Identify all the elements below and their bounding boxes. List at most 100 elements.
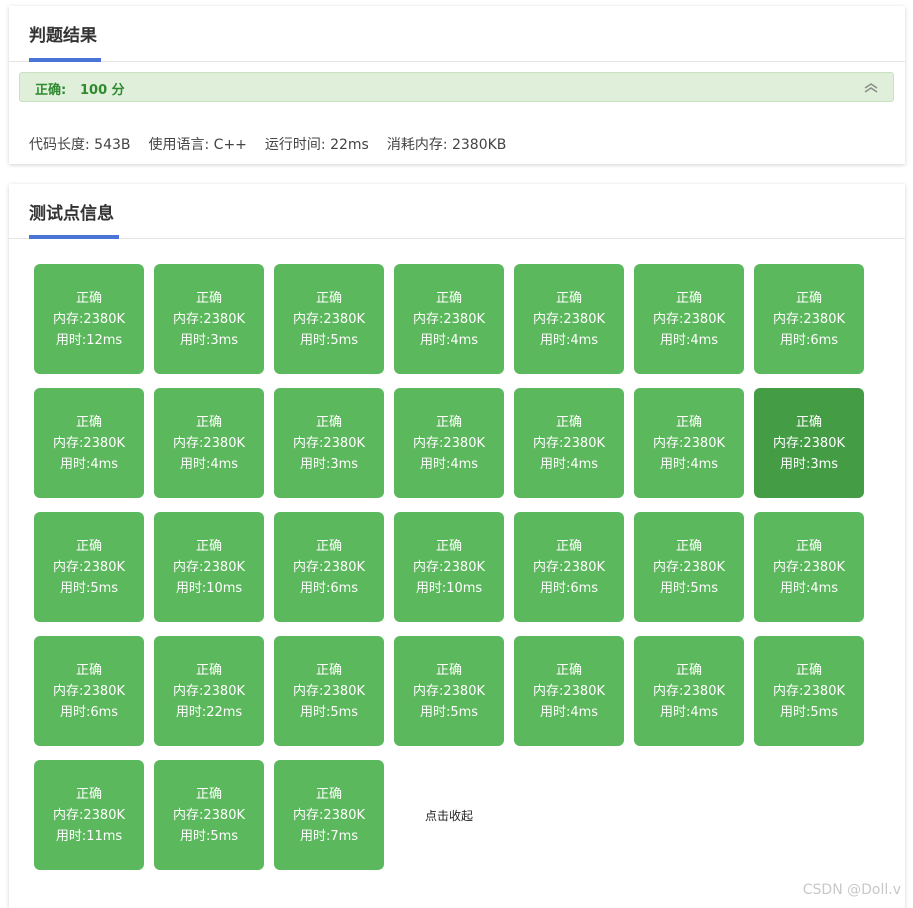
testcase-box[interactable]: 正确内存:2380K 用时:5ms bbox=[34, 512, 144, 622]
testcase-box[interactable]: 正确 内存:2380K 用时:4ms bbox=[634, 264, 744, 374]
testcase-status: 正确 bbox=[75, 662, 102, 678]
testcase-box[interactable]: 正确 内存:2380K 用时:6ms bbox=[514, 512, 624, 622]
testcase-time: 用时:6ms bbox=[299, 580, 359, 596]
testcase-time: 用时:6ms bbox=[59, 704, 119, 720]
testcase-memory: 内存:2380K bbox=[293, 683, 365, 699]
testcase-time: 用时:5ms bbox=[779, 704, 839, 720]
testcase-memory: 内存:2380K bbox=[293, 435, 365, 451]
status-label: 正确: bbox=[35, 83, 67, 98]
title-underline bbox=[29, 58, 101, 62]
testcase-box[interactable]: 正确 内存:2380K 用时:5ms bbox=[394, 636, 504, 746]
testcase-time: 用时:5ms bbox=[59, 580, 119, 596]
testcase-time: 用时:10ms bbox=[415, 580, 483, 596]
testcase-memory: 内存:2380K bbox=[293, 559, 365, 575]
testcase-box[interactable]: 正确 内存:2380K 用时:5ms bbox=[754, 636, 864, 746]
testcase-memory: 内存:2380K bbox=[773, 559, 845, 575]
testcase-time: 用时:4ms bbox=[539, 332, 599, 348]
testcase-box[interactable]: 正确 内存:2380K 用时:4ms bbox=[394, 388, 504, 498]
testcase-status: 正确 bbox=[795, 290, 822, 306]
testcase-box[interactable]: 正确内存:2380K 用时:4ms bbox=[514, 264, 624, 374]
testcase-status: 正确 bbox=[75, 538, 102, 554]
run-time: 运行时间: 22ms bbox=[264, 137, 369, 153]
testcase-time: 用时:3ms bbox=[779, 456, 839, 472]
testcase-memory: 内存:2380K bbox=[653, 435, 725, 451]
testcase-status: 正确 bbox=[675, 538, 702, 554]
double-chevron-up-icon[interactable] bbox=[863, 82, 879, 94]
testcase-memory: 内存:2380K bbox=[413, 559, 485, 575]
testcase-memory: 内存:2380K bbox=[53, 807, 125, 823]
testcase-box[interactable]: 正确内存:2380K 用时:5ms bbox=[274, 264, 384, 374]
testcase-memory: 内存:2380K bbox=[53, 559, 125, 575]
testcase-box[interactable]: 正确 内存:2380K 用时:4ms bbox=[754, 512, 864, 622]
testcase-memory: 内存:2380K bbox=[413, 435, 485, 451]
testcase-time: 用时:4ms bbox=[539, 456, 599, 472]
testcase-memory: 内存:2380K bbox=[653, 559, 725, 575]
testcase-box[interactable]: 正确内存:2380K 用时:12ms bbox=[34, 264, 144, 374]
testcase-box[interactable]: 正确 内存:2380K 用时:4ms bbox=[514, 388, 624, 498]
memory-used: 消耗内存: 2380KB bbox=[386, 137, 507, 153]
collapse-testcases-link[interactable]: 点击收起 bbox=[394, 760, 504, 870]
testcase-memory: 内存:2380K bbox=[173, 311, 245, 327]
testcase-time: 用时:22ms bbox=[175, 704, 243, 720]
testcase-box[interactable]: 正确 内存:2380K 用时:6ms bbox=[34, 636, 144, 746]
testcase-box[interactable]: 正确 内存:2380K 用时:10ms bbox=[154, 512, 264, 622]
testcase-box[interactable]: 正确 内存:2380K 用时:22ms bbox=[154, 636, 264, 746]
testcase-time: 用时:4ms bbox=[659, 332, 719, 348]
code-length: 代码长度: 543B bbox=[29, 137, 131, 153]
testcase-box[interactable]: 正确 内存:2380K 用时:3ms bbox=[274, 388, 384, 498]
testcase-time: 用时:4ms bbox=[659, 704, 719, 720]
testcase-box[interactable]: 正确 内存:2380K 用时:4ms bbox=[634, 636, 744, 746]
testcase-memory: 内存:2380K bbox=[293, 311, 365, 327]
testcase-box[interactable]: 正确 内存:2380K 用时:5ms bbox=[274, 636, 384, 746]
testcase-title: 测试点信息 bbox=[29, 204, 114, 224]
testcase-memory: 内存:2380K bbox=[533, 683, 605, 699]
testcase-header: 测试点信息 bbox=[9, 184, 905, 239]
testcase-status: 正确 bbox=[435, 662, 462, 678]
testcase-box[interactable]: 正确 内存:2380K 用时:7ms bbox=[274, 760, 384, 870]
testcase-status: 正确 bbox=[315, 662, 342, 678]
testcase-memory: 内存:2380K bbox=[533, 435, 605, 451]
testcase-memory: 内存:2380K bbox=[173, 807, 245, 823]
testcase-status: 正确 bbox=[75, 786, 102, 802]
testcase-box[interactable]: 正确 内存:2380K 用时:4ms bbox=[634, 388, 744, 498]
testcase-memory: 内存:2380K bbox=[53, 311, 125, 327]
testcase-box[interactable]: 正确内存:2380K 用时:5ms bbox=[154, 760, 264, 870]
testcase-memory: 内存:2380K bbox=[173, 683, 245, 699]
testcase-memory: 内存:2380K bbox=[413, 311, 485, 327]
testcase-box[interactable]: 正确内存:2380K 用时:4ms bbox=[514, 636, 624, 746]
testcase-box[interactable]: 正确 内存:2380K 用时:5ms bbox=[634, 512, 744, 622]
testcase-box[interactable]: 正确 内存:2380K 用时:10ms bbox=[394, 512, 504, 622]
testcase-status: 正确 bbox=[555, 662, 582, 678]
testcase-card: 测试点信息 正确 内存:2380K 用时:12ms 正确 内存:2380K 用时:3ms 正… bbox=[9, 184, 905, 908]
testcase-status: 正确 bbox=[315, 290, 342, 306]
testcase-time: 用时:3ms bbox=[179, 332, 239, 348]
testcase-time: 用时:4ms bbox=[539, 704, 599, 720]
testcase-time: 用时:12ms bbox=[55, 332, 123, 348]
testcase-status: 正确 bbox=[675, 290, 702, 306]
testcase-box[interactable]: 正确 内存:2380K 用时:3ms bbox=[754, 388, 864, 498]
judge-result-card: 判题结果 正确: 100 分 代码长度: 543B 使用语言: C++ 运行时间… bbox=[9, 6, 905, 164]
testcase-time: 用时:6ms bbox=[779, 332, 839, 348]
testcase-memory: 内存:2380K bbox=[533, 311, 605, 327]
testcase-time: 用时:5ms bbox=[299, 332, 359, 348]
testcase-box[interactable]: 正确 内存:2380K 用时:4ms bbox=[154, 388, 264, 498]
testcase-status: 正确 bbox=[315, 538, 342, 554]
testcase-box[interactable]: 正确 内存:2380K 用时:4ms bbox=[394, 264, 504, 374]
testcase-box[interactable]: 正确 内存:2380K 用时:6ms bbox=[754, 264, 864, 374]
testcase-time: 用时:5ms bbox=[179, 828, 239, 844]
testcase-status: 正确 bbox=[555, 290, 582, 306]
testcase-box[interactable]: 正确 内存:2380K 用时:11ms bbox=[34, 760, 144, 870]
testcase-status: 正确 bbox=[795, 662, 822, 678]
judge-result-title: 判题结果 bbox=[29, 26, 97, 46]
testcase-time: 用时:4ms bbox=[179, 456, 239, 472]
judge-result-header: 判题结果 bbox=[9, 6, 905, 62]
testcase-box[interactable]: 正确 内存:2380K 用时:4ms bbox=[34, 388, 144, 498]
testcase-status: 正确 bbox=[315, 786, 342, 802]
testcase-status: 正确 bbox=[195, 786, 222, 802]
testcase-box[interactable]: 正确 内存:2380K 用时:3ms bbox=[154, 264, 264, 374]
testcase-status: 正确 bbox=[675, 414, 702, 430]
testcase-status: 正确 bbox=[75, 290, 102, 306]
result-status-bar[interactable]: 正确: 100 分 bbox=[19, 72, 894, 102]
testcase-time: 用时:10ms bbox=[175, 580, 243, 596]
testcase-box[interactable]: 正确内存:2380K 用时:6ms bbox=[274, 512, 384, 622]
